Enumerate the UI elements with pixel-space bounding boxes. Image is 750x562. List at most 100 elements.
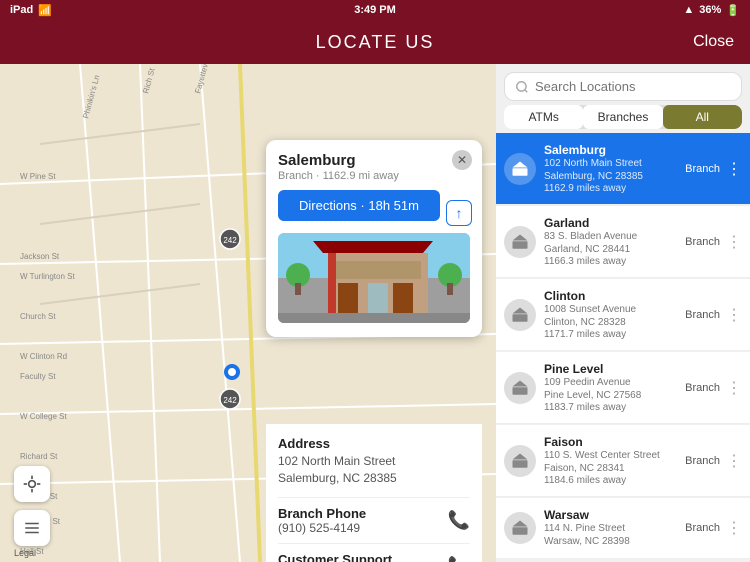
branch-list-item[interactable]: Faison 110 S. West Center Street Faison,… <box>496 425 750 497</box>
svg-text:W Clinton Rd: W Clinton Rd <box>20 352 67 361</box>
branch-list-item[interactable]: Warsaw 114 N. Pine Street Warsaw, NC 283… <box>496 498 750 559</box>
title-bar: LOCATE US Close <box>0 20 750 64</box>
directions-button[interactable]: Directions · 18h 51m <box>278 190 440 221</box>
branch-address: 83 S. Bladen Avenue <box>544 230 677 243</box>
branch-name: Clinton <box>544 289 677 303</box>
svg-text:Richard St: Richard St <box>20 452 58 461</box>
branch-address: 110 S. West Center Street <box>544 449 677 462</box>
svg-text:Church St: Church St <box>20 312 56 321</box>
branch-name: Faison <box>544 435 677 449</box>
svg-text:Jackson St: Jackson St <box>20 252 60 261</box>
branch-distance: 1184.6 miles away <box>544 475 677 486</box>
svg-text:Faculty St: Faculty St <box>20 372 56 381</box>
branch-address: 1008 Sunset Avenue <box>544 303 677 316</box>
popup-building-image <box>278 233 470 323</box>
share-button[interactable]: ↑ <box>446 200 472 226</box>
branch-more-button[interactable]: ⋮ <box>726 378 742 398</box>
branch-distance: 1171.7 miles away <box>544 329 677 340</box>
branch-name: Salemburg <box>544 143 677 157</box>
branch-more-button[interactable]: ⋮ <box>726 159 742 179</box>
tab-atms[interactable]: ATMs <box>504 105 583 129</box>
support-label: Customer Support <box>278 552 392 562</box>
branch-info: Pine Level 109 Peedin Avenue Pine Level,… <box>544 362 677 413</box>
branch-actions: Branch ⋮ <box>685 518 742 538</box>
phone-icon[interactable]: 📞 <box>448 510 470 531</box>
location-icon: ▲ <box>683 4 694 16</box>
phone-label: Branch Phone <box>278 506 366 521</box>
branch-name: Garland <box>544 216 677 230</box>
branch-list-item[interactable]: Garland 83 S. Bladen Avenue Garland, NC … <box>496 206 750 278</box>
info-section: Address 102 North Main StreetSalemburg, … <box>266 424 482 562</box>
branch-name: Pine Level <box>544 362 677 376</box>
branch-city: Pine Level, NC 27568 <box>544 389 677 402</box>
branch-info: Salemburg 102 North Main Street Salembur… <box>544 143 677 194</box>
branch-more-button[interactable]: ⋮ <box>726 518 742 538</box>
branch-type-label: Branch <box>685 309 720 321</box>
branch-more-button[interactable]: ⋮ <box>726 305 742 325</box>
svg-text:242: 242 <box>223 396 237 405</box>
branch-bank-icon <box>504 299 536 331</box>
map-popup: Salemburg Branch · 1162.9 mi away Direct… <box>266 140 482 337</box>
address-value: 102 North Main StreetSalemburg, NC 28385 <box>278 453 470 487</box>
close-button[interactable]: Close <box>693 33 734 51</box>
branch-list-item[interactable]: Clinton 1008 Sunset Avenue Clinton, NC 2… <box>496 279 750 351</box>
battery-text: 36% <box>699 4 721 16</box>
map-area: Phinikin's Ln Fayetteville Rd NE Rich St… <box>0 64 496 562</box>
branch-list-item[interactable]: Salemburg 102 North Main Street Salembur… <box>496 133 750 205</box>
branch-type-label: Branch <box>685 163 720 175</box>
filter-tabs: ATMs Branches All <box>504 105 742 129</box>
address-label: Address <box>278 436 470 451</box>
branch-distance: 1162.9 miles away <box>544 183 677 194</box>
branch-actions: Branch ⋮ <box>685 451 742 471</box>
status-right: ▲ 36% 🔋 <box>683 4 740 17</box>
branch-city: Salemburg, NC 28385 <box>544 170 677 183</box>
branch-list-item[interactable]: Pine Level 109 Peedin Avenue Pine Level,… <box>496 352 750 424</box>
branch-city: Faison, NC 28341 <box>544 462 677 475</box>
branch-info: Clinton 1008 Sunset Avenue Clinton, NC 2… <box>544 289 677 340</box>
status-time: 3:49 PM <box>354 4 396 16</box>
branch-bank-icon <box>504 153 536 185</box>
branch-actions: Branch ⋮ <box>685 159 742 179</box>
svg-text:242: 242 <box>223 236 237 245</box>
popup-subtitle: Branch · 1162.9 mi away <box>278 170 470 182</box>
branch-bank-icon <box>504 372 536 404</box>
branch-address: 102 North Main Street <box>544 157 677 170</box>
tab-branches[interactable]: Branches <box>583 105 662 129</box>
branch-bank-icon <box>504 512 536 544</box>
branch-type-label: Branch <box>685 236 720 248</box>
branch-name: Warsaw <box>544 508 677 522</box>
branch-distance: 1166.3 miles away <box>544 256 677 267</box>
battery-icon: 🔋 <box>726 4 740 17</box>
legal-text: Legal <box>14 548 36 558</box>
branch-more-button[interactable]: ⋮ <box>726 451 742 471</box>
my-location-button[interactable] <box>14 466 50 502</box>
branch-info: Garland 83 S. Bladen Avenue Garland, NC … <box>544 216 677 267</box>
page-title: LOCATE US <box>316 32 435 53</box>
list-view-button[interactable] <box>14 510 50 546</box>
branch-bank-icon <box>504 445 536 477</box>
carrier-text: iPad <box>10 4 33 16</box>
phone-row: Branch Phone (910) 525-4149 📞 <box>278 497 470 543</box>
support-row: Customer Support (855) 275-7226 📞 <box>278 543 470 562</box>
branch-list: Salemburg 102 North Main Street Salembur… <box>496 133 750 562</box>
branch-address: 109 Peedin Avenue <box>544 376 677 389</box>
branch-distance: 1183.7 miles away <box>544 402 677 413</box>
branch-type-label: Branch <box>685 382 720 394</box>
status-left: iPad 📶 <box>10 4 52 17</box>
popup-location-name: Salemburg <box>278 152 470 169</box>
branch-type-label: Branch <box>685 522 720 534</box>
branch-city: Garland, NC 28441 <box>544 243 677 256</box>
support-phone-icon[interactable]: 📞 <box>448 556 470 562</box>
search-input[interactable] <box>535 79 731 94</box>
wifi-icon: 📶 <box>38 4 52 17</box>
search-box[interactable] <box>504 72 742 101</box>
branch-address: 114 N. Pine Street <box>544 522 677 535</box>
status-bar: iPad 📶 3:49 PM ▲ 36% 🔋 <box>0 0 750 20</box>
tab-all[interactable]: All <box>663 105 742 129</box>
svg-text:W College St: W College St <box>20 412 67 421</box>
branch-more-button[interactable]: ⋮ <box>726 232 742 252</box>
popup-close-button[interactable]: ✕ <box>452 150 472 170</box>
branch-type-label: Branch <box>685 455 720 467</box>
right-panel: ATMs Branches All Salemburg 102 North Ma… <box>496 64 750 562</box>
branch-info: Faison 110 S. West Center Street Faison,… <box>544 435 677 486</box>
